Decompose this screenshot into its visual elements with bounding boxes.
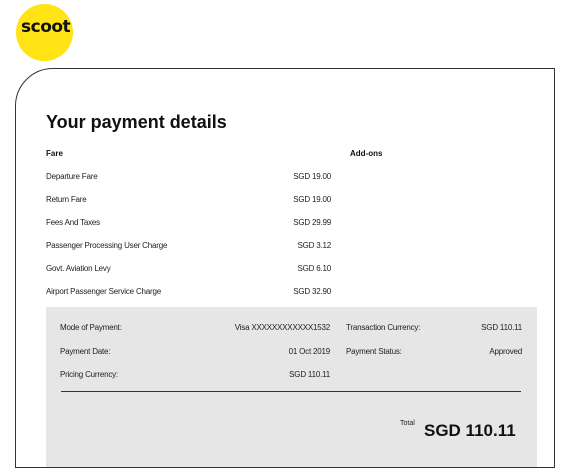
- payment-date-label: Payment Date:: [60, 347, 111, 356]
- fare-item-label: Passenger Processing User Charge: [46, 241, 168, 250]
- fare-item-label: Airport Passenger Service Charge: [46, 287, 161, 296]
- fare-item-label: Govt. Aviation Levy: [46, 264, 111, 273]
- fare-item-value: SGD 6.10: [297, 264, 331, 273]
- payment-mode-label: Mode of Payment:: [60, 323, 122, 332]
- payment-status-label: Payment Status:: [346, 347, 402, 356]
- total-label: Total: [400, 420, 415, 427]
- summary-divider: [61, 391, 521, 392]
- total-amount: SGD 110.11: [424, 421, 516, 440]
- fare-item-value: SGD 19.00: [293, 195, 331, 204]
- logo-text: scoot: [21, 17, 71, 37]
- fare-column-header: Fare: [46, 149, 63, 158]
- fare-item-value: SGD 19.00: [293, 172, 331, 181]
- payment-date-value: 01 Oct 2019: [288, 347, 331, 356]
- transaction-currency-value: SGD 110.11: [481, 323, 522, 332]
- fare-item-value: SGD 29.99: [293, 218, 331, 227]
- transaction-currency-label: Transaction Currency:: [346, 323, 421, 332]
- addons-column-header: Add-ons: [350, 149, 383, 158]
- payment-mode-value: Visa XXXXXXXXXXXX1532: [234, 323, 330, 332]
- fare-item-value: SGD 3.12: [297, 241, 331, 250]
- pricing-currency-value: SGD 110.11: [289, 370, 330, 379]
- payment-status-value: Approved: [489, 347, 522, 356]
- page-title: Your payment details: [46, 112, 227, 132]
- pricing-currency-label: Pricing Currency:: [60, 370, 118, 379]
- fare-item-label: Departure Fare: [46, 172, 98, 181]
- payment-summary: Mode of Payment: Visa XXXXXXXXXXXX1532 P…: [46, 307, 537, 467]
- fare-item-label: Fees And Taxes: [46, 218, 100, 227]
- fare-item-value: SGD 32.90: [293, 287, 331, 296]
- fare-item-label: Return Fare: [46, 195, 87, 204]
